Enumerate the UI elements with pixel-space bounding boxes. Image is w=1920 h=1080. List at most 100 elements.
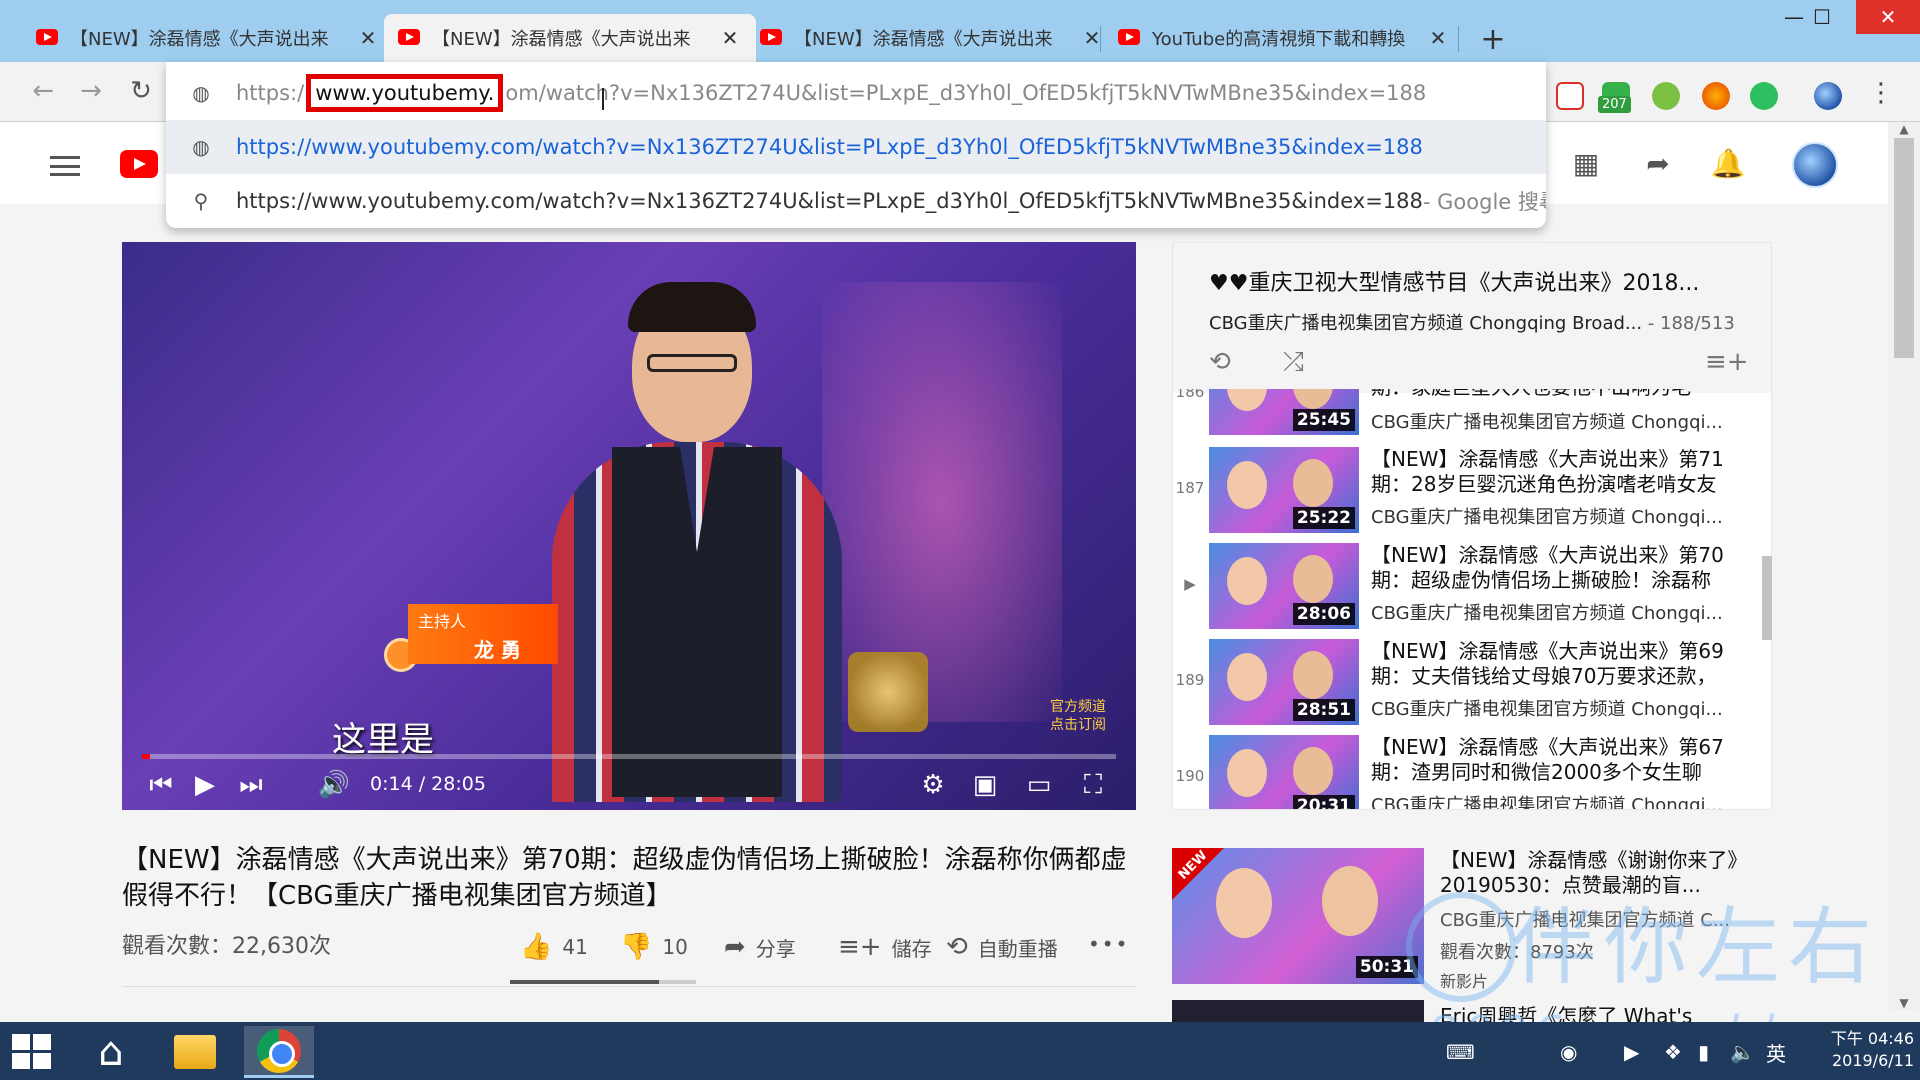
reload-button[interactable]: ↻ [126,76,156,106]
theater-mode-icon[interactable]: ▭ [1022,770,1056,800]
thumbs-down-icon: 👎 [620,932,653,962]
playlist-item-title: 【NEW】涂磊情感《大声说出来》第69期：丈夫借钱给丈母娘70万要求还款， [1371,639,1724,688]
tab-3[interactable]: 【NEW】涂磊情感《大声说出来 ✕ [746,14,1118,62]
add-to-playlist-icon[interactable]: ≡+ [1705,347,1749,377]
playlist-panel: ♥♥重庆卫视大型情感节目《大声说出来》2018... CBG重庆广播电视集团官方… [1172,242,1772,810]
playlist-title[interactable]: ♥♥重庆卫视大型情感节目《大声说出来》2018... [1209,265,1749,297]
hamburger-menu-icon[interactable] [50,156,80,176]
video-player[interactable]: 主持人 龙 勇 这里是 官方频道 点击订阅 ⏮ ▶ ⏭ 🔊 0:14 / 28:… [122,242,1136,810]
input-language[interactable]: 英 [1766,1038,1786,1067]
player-controls: ⏮ ▶ ⏭ 🔊 0:14 / 28:05 ⚙ ▣ ▭ ⛶ [122,760,1136,810]
avatar[interactable] [1792,142,1838,188]
scrollbar-thumb[interactable] [1894,138,1914,358]
like-count: 41 [562,935,588,959]
extension-badge: 207 [1598,96,1631,113]
close-icon[interactable]: ✕ [356,26,380,50]
clock-time: 下午 04:46 [1830,1029,1914,1048]
tab-4[interactable]: YouTube的高清視頻下載和轉換 ✕ [1104,14,1464,62]
dropbox-icon[interactable]: ❖ [1664,1040,1682,1064]
evernote-icon[interactable] [1750,82,1778,110]
list-item[interactable]: 190 20:31 【NEW】涂磊情感《大声说出来》第67期：渣男同时和微信20… [1173,731,1771,809]
page-scrollbar[interactable]: ▲ ▼ [1888,122,1920,1010]
tab-title: 【NEW】涂磊情感《大声说出来 [70,29,329,50]
youtube-icon [760,29,782,45]
list-item[interactable]: 187 25:22 【NEW】涂磊情感《大声说出来》第71期：28岁巨婴沉迷角色… [1173,443,1771,539]
next-icon[interactable]: ⏭ [236,770,266,800]
taskbar-clock[interactable]: 下午 04:46 2019/6/11 [1806,1028,1914,1072]
menu-icon[interactable]: ⋮ [1868,78,1894,108]
loop-icon[interactable]: ⟲ [1209,347,1231,377]
playlist-item-title: 期：家庭巨星大人也要他不出啊为毛 [1371,389,1763,400]
playlist-channel-name[interactable]: CBG重庆广播电视集团官方频道 Chongqing Broad... [1209,313,1642,334]
windows-start-icon[interactable] [12,1034,52,1070]
video-title: 【NEW】涂磊情感《大声说出来》第70期：超级虚伪情侣场上撕破脸！涂磊称你俩都虚… [122,845,1127,911]
fullscreen-icon[interactable]: ⛶ [1076,770,1110,800]
previous-icon[interactable]: ⏮ [146,770,176,800]
tab-2[interactable]: 【NEW】涂磊情感《大声说出来 ✕ [384,14,756,62]
apps-icon[interactable]: ▦ [1568,146,1604,182]
file-explorer-icon[interactable] [160,1026,230,1078]
tab-separator [1100,26,1101,52]
forward-button[interactable]: → [76,76,106,106]
tab-1[interactable]: 【NEW】涂磊情感《大声说出来 ✕ [22,14,394,62]
network-tray-icon[interactable]: ◉ [1560,1040,1577,1064]
duration-badge: 20:31 [1292,795,1355,809]
now-playing-icon: ▶ [1184,575,1196,593]
save-label: 儲存 [891,936,932,961]
suggestion-search-text: https://www.youtubemy.com/watch?v=Nx136Z… [236,189,1423,213]
autoplay-button[interactable]: ⟲ 自動重播 [946,932,1058,962]
playlist-index: 189 [1175,671,1205,689]
close-icon[interactable]: ✕ [718,26,742,50]
scroll-down-icon[interactable]: ▼ [1888,996,1920,1010]
plate-role: 主持人 [418,612,467,631]
playlist-scrollbar[interactable] [1762,556,1772,640]
suggestion-search[interactable]: ⚲ https://www.youtubemy.com/watch?v=Nx13… [166,174,1546,228]
like-button[interactable]: 👍 41 [520,932,588,962]
bell-icon[interactable]: 🔔 [1710,146,1746,182]
duration-badge: 28:51 [1292,699,1355,721]
window-close-button[interactable]: ✕ [1856,0,1920,34]
back-button[interactable]: ← [28,76,58,106]
save-button[interactable]: ≡+ 儲存 [838,932,932,962]
seek-bar[interactable] [142,754,1116,759]
home-icon[interactable]: ⌂ [76,1026,146,1078]
list-item[interactable]: 189 28:51 【NEW】涂磊情感《大声说出来》第69期：丈夫借钱给丈母娘7… [1173,635,1771,731]
name-plate: 主持人 龙 勇 [408,604,558,664]
dislike-button[interactable]: 👎 10 [620,932,688,962]
shuffle-icon[interactable]: ⤮ [1283,347,1304,378]
chrome-icon[interactable] [244,1026,314,1078]
miniplayer-icon[interactable]: ▣ [968,770,1002,800]
close-icon[interactable]: ✕ [1426,26,1450,50]
show-logo-icon [848,652,928,732]
youtube-icon [1118,29,1140,45]
list-item[interactable]: 186 25:45 期：家庭巨星大人也要他不出啊为毛 CBG重庆广播电视集团官方… [1173,389,1771,441]
share-button[interactable]: ➦ 分享 [724,932,796,962]
watermark-text: 伴你左右 [1512,898,1881,996]
more-actions-button[interactable]: ••• [1088,932,1129,956]
list-item-current[interactable]: ▶ 28:06 【NEW】涂磊情感《大声说出来》第70期：超级虚伪情侣场上撕破脸… [1173,539,1771,635]
playlist-item-channel: CBG重庆广播电视集团官方频道 Chongqi... [1371,507,1723,528]
address-input[interactable]: ◍ https:/www.youtubemy. om/watch?v=Nx136Z… [166,66,1546,120]
fire-extension-icon[interactable] [1702,82,1730,110]
settings-icon[interactable]: ⚙ [916,770,950,800]
channel-watermark: 官方频道 点击订阅 [1050,699,1106,733]
taskbar: ⌂ ⌨ ◉ ▶ ❖ ▮ 🔈 英 下午 04:46 2019/6/11 [0,1022,1920,1080]
maximize-button[interactable]: ☐ [1794,0,1850,34]
media-tray-icon[interactable]: ▶ [1624,1040,1639,1064]
volume-icon[interactable]: 🔊 [316,770,352,800]
suggestion-url[interactable]: ◍ https://www.youtubemy.com/watch?v=Nx13… [166,120,1546,174]
new-tab-button[interactable]: + [1478,22,1508,57]
play-icon[interactable]: ▶ [190,770,220,800]
share-icon[interactable]: ➦ [1640,146,1676,182]
speaker-icon[interactable]: 🔈 [1730,1040,1755,1064]
scroll-up-icon[interactable]: ▲ [1888,122,1920,136]
gmail-icon[interactable] [1556,82,1584,110]
signal-icon[interactable]: ▮ [1698,1040,1709,1064]
youtube-logo[interactable] [120,150,158,178]
playlist-item-channel: CBG重庆广播电视集团官方频道 Chongqi... [1371,699,1723,720]
profile-icon[interactable] [1814,82,1842,110]
keyboard-icon[interactable]: ⌨ [1446,1040,1475,1064]
frog-extension-icon[interactable] [1652,82,1680,110]
view-count: 觀看次數：22,630次 [122,934,331,959]
loop-icon: ⟲ [946,932,968,962]
